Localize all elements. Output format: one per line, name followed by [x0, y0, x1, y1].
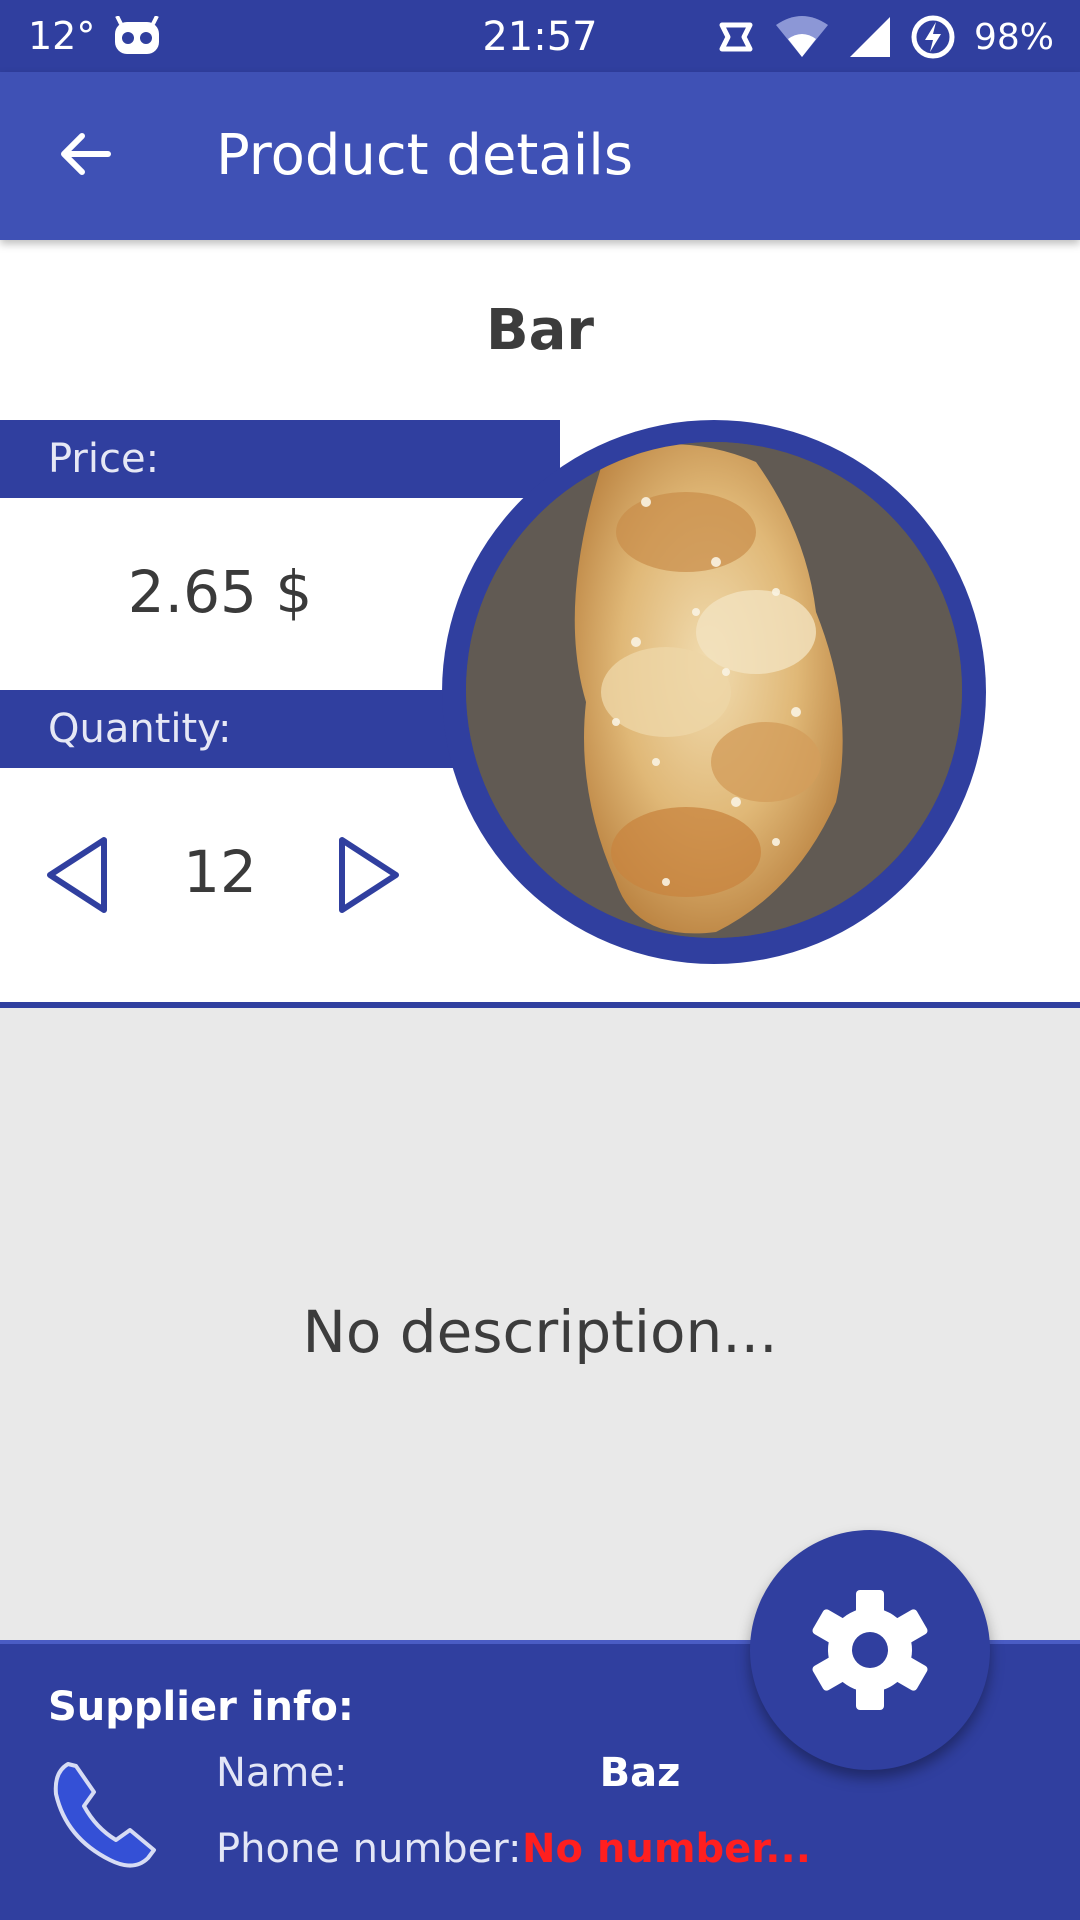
- app-bar: Product details: [0, 72, 1080, 240]
- supplier-phone-label: Phone number:: [216, 1826, 522, 1872]
- wifi-icon: [775, 16, 828, 57]
- settings-fab[interactable]: [750, 1530, 990, 1770]
- price-value: 2.65 $: [127, 558, 313, 626]
- quantity-label: Quantity:: [48, 706, 232, 752]
- arrow-left-icon[interactable]: [56, 124, 116, 184]
- quantity-value: 12: [183, 838, 257, 906]
- supplier-name-label: Name:: [216, 1750, 348, 1796]
- battery-percent: 98%: [973, 16, 1054, 58]
- product-photo: [466, 442, 962, 938]
- decrease-quantity-button[interactable]: [42, 834, 112, 916]
- status-right: 98%: [716, 14, 1054, 60]
- status-bar: 12° 21:57 98%: [0, 0, 1080, 72]
- cell-signal-icon: [849, 17, 890, 57]
- gear-icon: [812, 1590, 928, 1710]
- supplier-phone-value: No number...: [522, 1826, 811, 1872]
- product-image-frame: [442, 420, 986, 964]
- price-label: Price:: [48, 436, 160, 482]
- product-name: Bar: [485, 298, 595, 363]
- supplier-name-value: Baz: [599, 1750, 681, 1796]
- price-label-band: Price:: [0, 420, 560, 498]
- phone-icon[interactable]: [50, 1754, 162, 1872]
- description-text: No description...: [302, 1298, 778, 1366]
- quantity-stepper: 12: [0, 830, 440, 920]
- supplier-title: Supplier info:: [48, 1684, 354, 1730]
- rotate-icon: [719, 22, 753, 52]
- page-title: Product details: [216, 123, 633, 188]
- bread-image: [466, 442, 962, 938]
- increase-quantity-button[interactable]: [334, 834, 404, 916]
- battery-charging-icon: [911, 15, 955, 59]
